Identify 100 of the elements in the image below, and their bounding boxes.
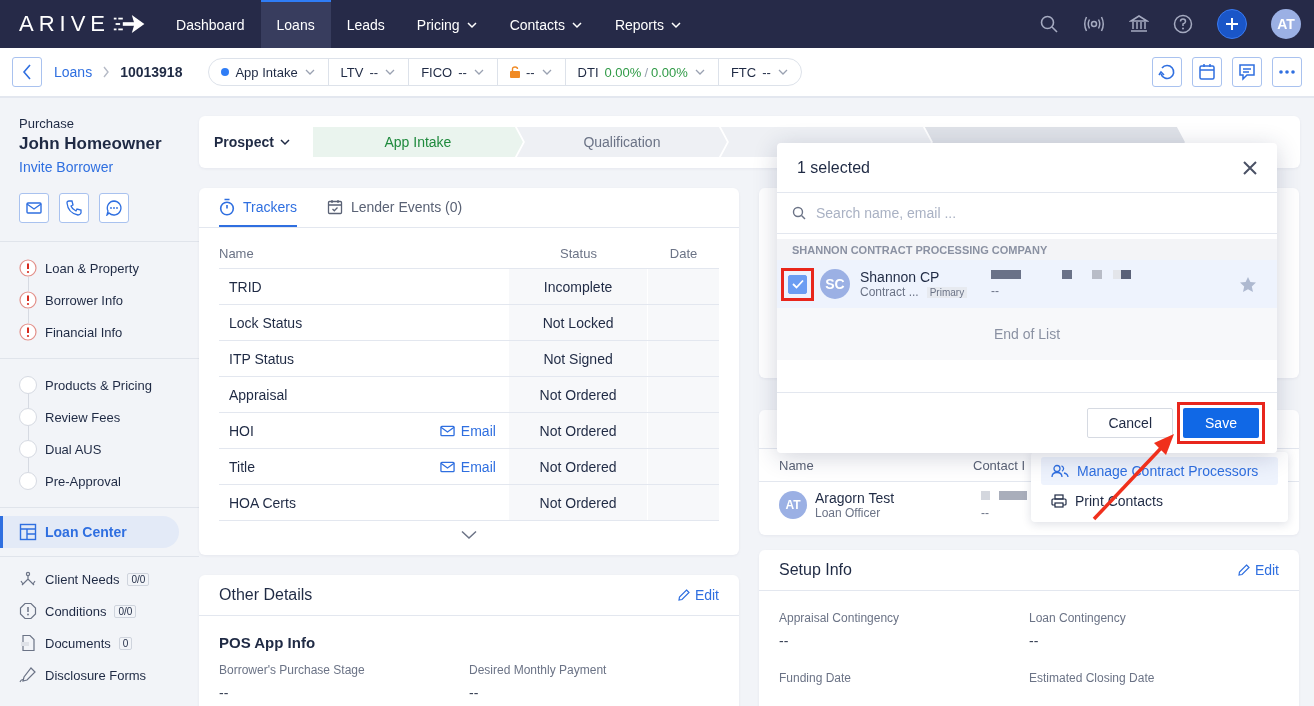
table-cell: TRID bbox=[229, 278, 262, 295]
field-label: Loan Contingency bbox=[1029, 611, 1127, 625]
metric-dropdown[interactable]: LTV -- bbox=[327, 59, 409, 85]
breadcrumb-link[interactable]: Loans bbox=[54, 64, 93, 80]
refresh-button[interactable] bbox=[1152, 57, 1182, 87]
sidebar-item[interactable]: Conditions 0/0 bbox=[19, 595, 199, 627]
loan-type: Purchase bbox=[19, 116, 75, 131]
more-icon bbox=[1278, 69, 1296, 75]
sidebar-label: Documents bbox=[45, 635, 111, 651]
document-icon bbox=[19, 634, 37, 652]
star-icon[interactable] bbox=[1239, 275, 1257, 293]
nav-tab[interactable]: Dashboard bbox=[160, 0, 261, 48]
sidebar-item[interactable]: Disclosure Forms bbox=[19, 659, 199, 691]
metric-dropdown[interactable]: -- bbox=[496, 59, 565, 85]
caret-icon bbox=[278, 136, 291, 148]
sidebar-label: Disclosure Forms bbox=[45, 667, 147, 683]
save-button[interactable]: Save bbox=[1183, 408, 1259, 438]
sidebar-step[interactable]: Borrower Info bbox=[19, 284, 199, 316]
table-cell: Lock Status bbox=[229, 314, 303, 331]
column-header: Name bbox=[779, 457, 815, 473]
tab[interactable]: Lender Events (0) bbox=[326, 188, 463, 227]
help-icon[interactable] bbox=[1173, 14, 1193, 34]
pill-value: -- bbox=[525, 64, 535, 80]
nav-tab[interactable]: Loans bbox=[260, 0, 331, 48]
nav-tab[interactable]: Contacts bbox=[493, 0, 599, 48]
metric-dropdown[interactable]: App Intake bbox=[209, 59, 328, 85]
search-icon[interactable] bbox=[1039, 14, 1059, 34]
pen-icon bbox=[19, 666, 37, 684]
edit-link[interactable]: Edit bbox=[677, 587, 719, 603]
sidebar-step[interactable]: Dual AUS bbox=[19, 433, 199, 465]
sidebar-step[interactable]: Products & Pricing bbox=[19, 369, 199, 401]
field-label: Appraisal Contingency bbox=[779, 611, 901, 625]
email-button[interactable] bbox=[19, 193, 49, 223]
comment-button[interactable] bbox=[1232, 57, 1262, 87]
pill-label: LTV bbox=[340, 64, 364, 80]
field-label: Desired Monthly Payment bbox=[469, 663, 608, 677]
pill-value: -- bbox=[458, 64, 467, 80]
primary-tag: Primary bbox=[926, 286, 968, 298]
pill-label: FTC bbox=[730, 64, 757, 80]
sidebar-step[interactable]: Review Fees bbox=[19, 401, 199, 433]
sidebar-item[interactable]: Client Needs 0/0 bbox=[19, 563, 199, 595]
nav-tab[interactable]: Leads bbox=[330, 0, 401, 48]
table-cell bbox=[647, 449, 719, 484]
sidebar-item[interactable]: Loan Center bbox=[0, 516, 179, 548]
printer-icon bbox=[1051, 494, 1067, 508]
email-link[interactable]: Email bbox=[439, 458, 496, 475]
contact-value: -- bbox=[991, 284, 1000, 298]
metric-dropdown[interactable]: DTI 0.00% / 0.00% bbox=[564, 59, 718, 85]
sidebar-item[interactable]: Documents 0 bbox=[19, 627, 199, 659]
tab[interactable]: Trackers bbox=[219, 188, 297, 227]
count-badge: 0/0 bbox=[114, 604, 137, 618]
more-button[interactable] bbox=[1272, 57, 1302, 87]
stage-step[interactable]: Qualification bbox=[516, 127, 727, 157]
pill-value: -- bbox=[762, 64, 771, 80]
metric-dropdown[interactable]: FICO -- bbox=[408, 59, 497, 85]
column-header: Contact I bbox=[973, 457, 1026, 473]
alert-octagon-icon bbox=[19, 602, 37, 620]
close-icon[interactable] bbox=[1243, 160, 1257, 175]
add-button[interactable] bbox=[1217, 9, 1247, 39]
broadcast-icon[interactable] bbox=[1083, 15, 1105, 33]
cancel-button[interactable]: Cancel bbox=[1087, 408, 1173, 438]
checkbox[interactable] bbox=[788, 274, 807, 294]
phone-button[interactable] bbox=[59, 193, 89, 223]
count-badge: 0/0 bbox=[127, 572, 150, 586]
phone-icon bbox=[66, 200, 82, 216]
column-header: Status bbox=[559, 245, 598, 261]
dialog-title: 1 selected bbox=[797, 158, 870, 177]
nav-tab[interactable]: Pricing bbox=[400, 0, 494, 48]
table-cell bbox=[647, 305, 719, 340]
field-value: -- bbox=[219, 685, 230, 701]
contact-name: Shannon CP bbox=[860, 269, 941, 285]
edit-link[interactable]: Edit bbox=[1237, 562, 1279, 578]
status-dot bbox=[221, 68, 230, 76]
back-button[interactable] bbox=[12, 57, 42, 87]
refresh-icon bbox=[1158, 63, 1176, 81]
chat-button[interactable] bbox=[99, 193, 129, 223]
sidebar-label: Conditions bbox=[45, 603, 107, 619]
metric-dropdown[interactable]: FTC -- bbox=[717, 59, 801, 85]
lock-icon bbox=[509, 66, 520, 78]
table-cell: Not Ordered bbox=[507, 413, 648, 448]
invite-link[interactable]: Invite Borrower bbox=[19, 159, 199, 175]
table-cell bbox=[647, 341, 719, 376]
contact-role: Contract ... bbox=[860, 285, 919, 299]
email-link[interactable]: Email bbox=[439, 422, 496, 439]
nav-tab[interactable]: Reports bbox=[598, 0, 698, 48]
loan-number: 10013918 bbox=[120, 64, 183, 80]
sidebar-step[interactable]: Pre-Approval bbox=[19, 465, 199, 497]
card-title: Setup Info bbox=[779, 561, 852, 579]
stage-step[interactable]: App Intake bbox=[312, 127, 523, 157]
field-label: Estimated Closing Date bbox=[1029, 671, 1156, 685]
expand-icon[interactable] bbox=[461, 530, 477, 540]
bank-icon[interactable] bbox=[1129, 14, 1149, 34]
count-badge: 0 bbox=[118, 636, 133, 650]
stage-dropdown[interactable]: Prospect bbox=[214, 134, 291, 150]
sidebar-step[interactable]: Loan & Property bbox=[19, 252, 199, 284]
separator: / bbox=[644, 64, 649, 80]
table-cell: Not Ordered bbox=[507, 449, 648, 484]
calendar-button[interactable] bbox=[1192, 57, 1222, 87]
logo[interactable]: ARIVE bbox=[19, 11, 149, 37]
sidebar-step[interactable]: Financial Info bbox=[19, 316, 199, 348]
